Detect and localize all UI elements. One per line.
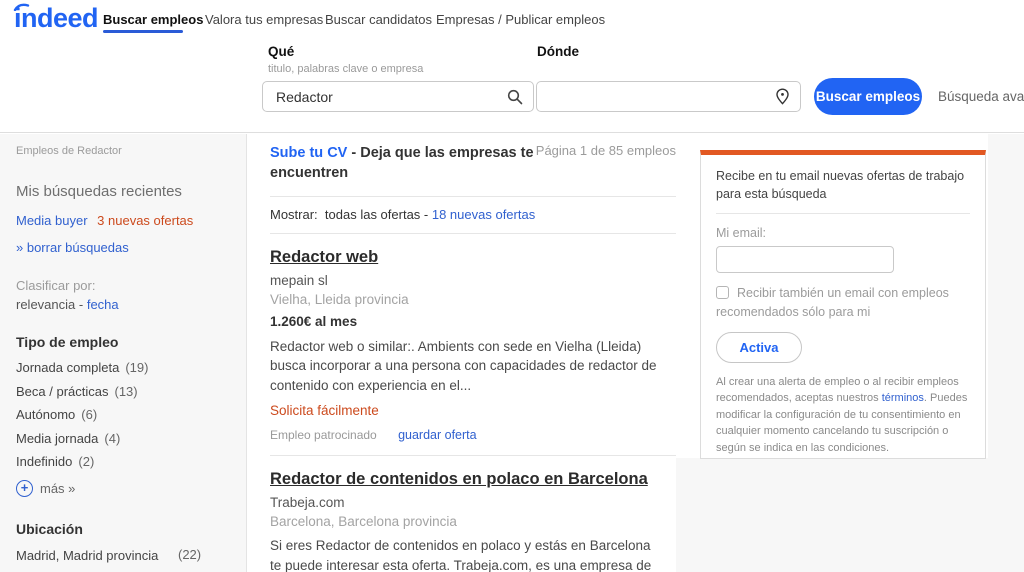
new-offers-link[interactable]: 18 nuevas ofertas — [432, 207, 535, 222]
right-column: Recibe en tu email nuevas ofertas de tra… — [676, 134, 1024, 572]
email-label: Mi email: — [716, 226, 970, 240]
sponsored-label: Empleo patrocinado — [270, 428, 377, 442]
where-input[interactable] — [537, 82, 775, 111]
facet-label: Madrid, Madrid provincia — [16, 547, 178, 565]
job-title-link[interactable]: Redactor web — [270, 248, 676, 267]
filter-all-offers: todas las ofertas — [325, 207, 420, 222]
show-more-job-types[interactable]: + más » — [16, 480, 232, 497]
facet-count: (22) — [178, 547, 201, 565]
sidebar: Empleos de Redactor Mis búsquedas recien… — [0, 134, 247, 572]
search-icon[interactable] — [507, 89, 523, 105]
job-type-title: Tipo de empleo — [16, 334, 232, 350]
facet-label: Jornada completa — [16, 360, 119, 375]
indeed-job-search-page: indeed Buscar empleos Valora tus empresa… — [0, 0, 1024, 572]
tab-valora-tus-empresas[interactable]: Valora tus empresas — [205, 12, 323, 27]
page-info: Página 1 de 85 empleos — [536, 143, 676, 184]
legal-text: Al crear una alerta de empleo o al recib… — [716, 374, 970, 457]
save-job-link[interactable]: guardar oferta — [398, 428, 477, 442]
advanced-search-link[interactable]: Búsqueda avanzada — [938, 89, 1024, 104]
activate-alert-button[interactable]: Activa — [716, 332, 802, 363]
what-search-box — [262, 81, 534, 112]
filter-separator: - — [420, 207, 432, 222]
active-tab-underline — [103, 30, 183, 33]
filter-bar: Mostrar: todas las ofertas - 18 nuevas o… — [270, 197, 676, 234]
where-label: Dónde — [537, 44, 579, 59]
email-alert-panel: Recibe en tu email nuevas ofertas de tra… — [700, 150, 986, 459]
facet-label: Media jornada — [16, 431, 98, 446]
facet-location-madrid[interactable]: Madrid, Madrid provincia (22) — [16, 547, 232, 565]
job-company: mepain sl — [270, 273, 676, 288]
job-company: Trabeja.com — [270, 495, 676, 510]
job-description: Si eres Redactor de contenidos en polaco… — [270, 536, 662, 572]
plus-icon: + — [16, 480, 33, 497]
facet-jornada-completa[interactable]: Jornada completa (19) — [16, 360, 232, 375]
cv-banner: Sube tu CV - Deja que las empresas te en… — [270, 143, 676, 197]
clear-searches-row: » borrar búsquedas — [16, 240, 232, 255]
terms-link[interactable]: términos — [882, 392, 924, 404]
sort-by-date-link[interactable]: fecha — [87, 297, 119, 312]
recent-search-link[interactable]: Media buyer — [16, 213, 88, 228]
facet-count: (4) — [104, 431, 120, 446]
logo-arc-icon — [13, 2, 30, 11]
filter-label: Mostrar: — [270, 207, 318, 222]
alert-panel-title: Recibe en tu email nuevas ofertas de tra… — [716, 167, 970, 214]
job-salary: 1.260€ al mes — [270, 314, 676, 329]
email-input[interactable] — [716, 246, 894, 273]
checkbox-label: Recibir también un email con empleos rec… — [716, 286, 949, 319]
location-title: Ubicación — [16, 521, 232, 537]
recent-new-offers: 3 nuevas ofertas — [97, 213, 193, 228]
job-title-link[interactable]: Redactor de contenidos en polaco en Barc… — [270, 470, 676, 489]
what-label: Qué — [268, 44, 294, 59]
tab-buscar-empleos[interactable]: Buscar empleos — [103, 12, 203, 27]
what-hint: titulo, palabras clave o empresa — [268, 63, 423, 75]
search-submit-button[interactable]: Buscar empleos — [814, 78, 922, 115]
facet-count: (6) — [81, 407, 97, 422]
results-column: Sube tu CV - Deja que las empresas te en… — [248, 134, 676, 572]
indeed-logo[interactable]: indeed — [14, 3, 98, 34]
breadcrumb: Empleos de Redactor — [16, 145, 232, 157]
facet-label: Autónomo — [16, 407, 75, 422]
sort-separator: - — [75, 297, 87, 312]
header: indeed Buscar empleos Valora tus empresa… — [0, 0, 1024, 133]
recent-search-row: Media buyer 3 nuevas ofertas — [16, 213, 232, 228]
facet-beca-practicas[interactable]: Beca / prácticas (13) — [16, 384, 232, 399]
cv-banner-text: Sube tu CV - Deja que las empresas te en… — [270, 143, 536, 184]
clear-searches-link[interactable]: » borrar búsquedas — [16, 240, 129, 255]
what-input[interactable] — [263, 82, 507, 111]
job-footer: Empleo patrocinado guardar oferta — [270, 428, 676, 442]
facet-indefinido[interactable]: Indefinido (2) — [16, 454, 232, 469]
tab-buscar-candidatos[interactable]: Buscar candidatos — [325, 12, 432, 27]
facet-count: (19) — [125, 360, 148, 375]
sort-by-label: Clasificar por: — [16, 278, 232, 293]
sort-row: relevancia - fecha — [16, 297, 232, 312]
job-location: Vielha, Lleida provincia — [270, 292, 676, 307]
job-location: Barcelona, Barcelona provincia — [270, 514, 676, 529]
facet-label: Beca / prácticas — [16, 384, 109, 399]
recommended-jobs-checkbox[interactable] — [716, 286, 729, 299]
facet-media-jornada[interactable]: Media jornada (4) — [16, 431, 232, 446]
more-label: más » — [40, 481, 75, 496]
location-pin-icon[interactable] — [775, 88, 790, 105]
job-card: Redactor web mepain sl Vielha, Lleida pr… — [270, 234, 676, 457]
facet-autonomo[interactable]: Autónomo (6) — [16, 407, 232, 422]
where-search-box — [536, 81, 801, 112]
recommended-jobs-checkbox-row: Recibir también un email con empleos rec… — [716, 284, 970, 322]
sort-current: relevancia — [16, 297, 75, 312]
upload-cv-link[interactable]: Sube tu CV — [270, 145, 347, 161]
tab-empresas-publicar-empleos[interactable]: Empresas / Publicar empleos — [436, 12, 605, 27]
facet-label: Indefinido — [16, 454, 72, 469]
facet-count: (13) — [115, 384, 138, 399]
job-card: Redactor de contenidos en polaco en Barc… — [270, 456, 676, 572]
easy-apply-label: Solicita fácilmente — [270, 403, 676, 418]
job-description: Redactor web o similar:. Ambients con se… — [270, 337, 662, 396]
recent-searches-title: Mis búsquedas recientes — [16, 183, 232, 200]
facet-count: (2) — [78, 454, 94, 469]
